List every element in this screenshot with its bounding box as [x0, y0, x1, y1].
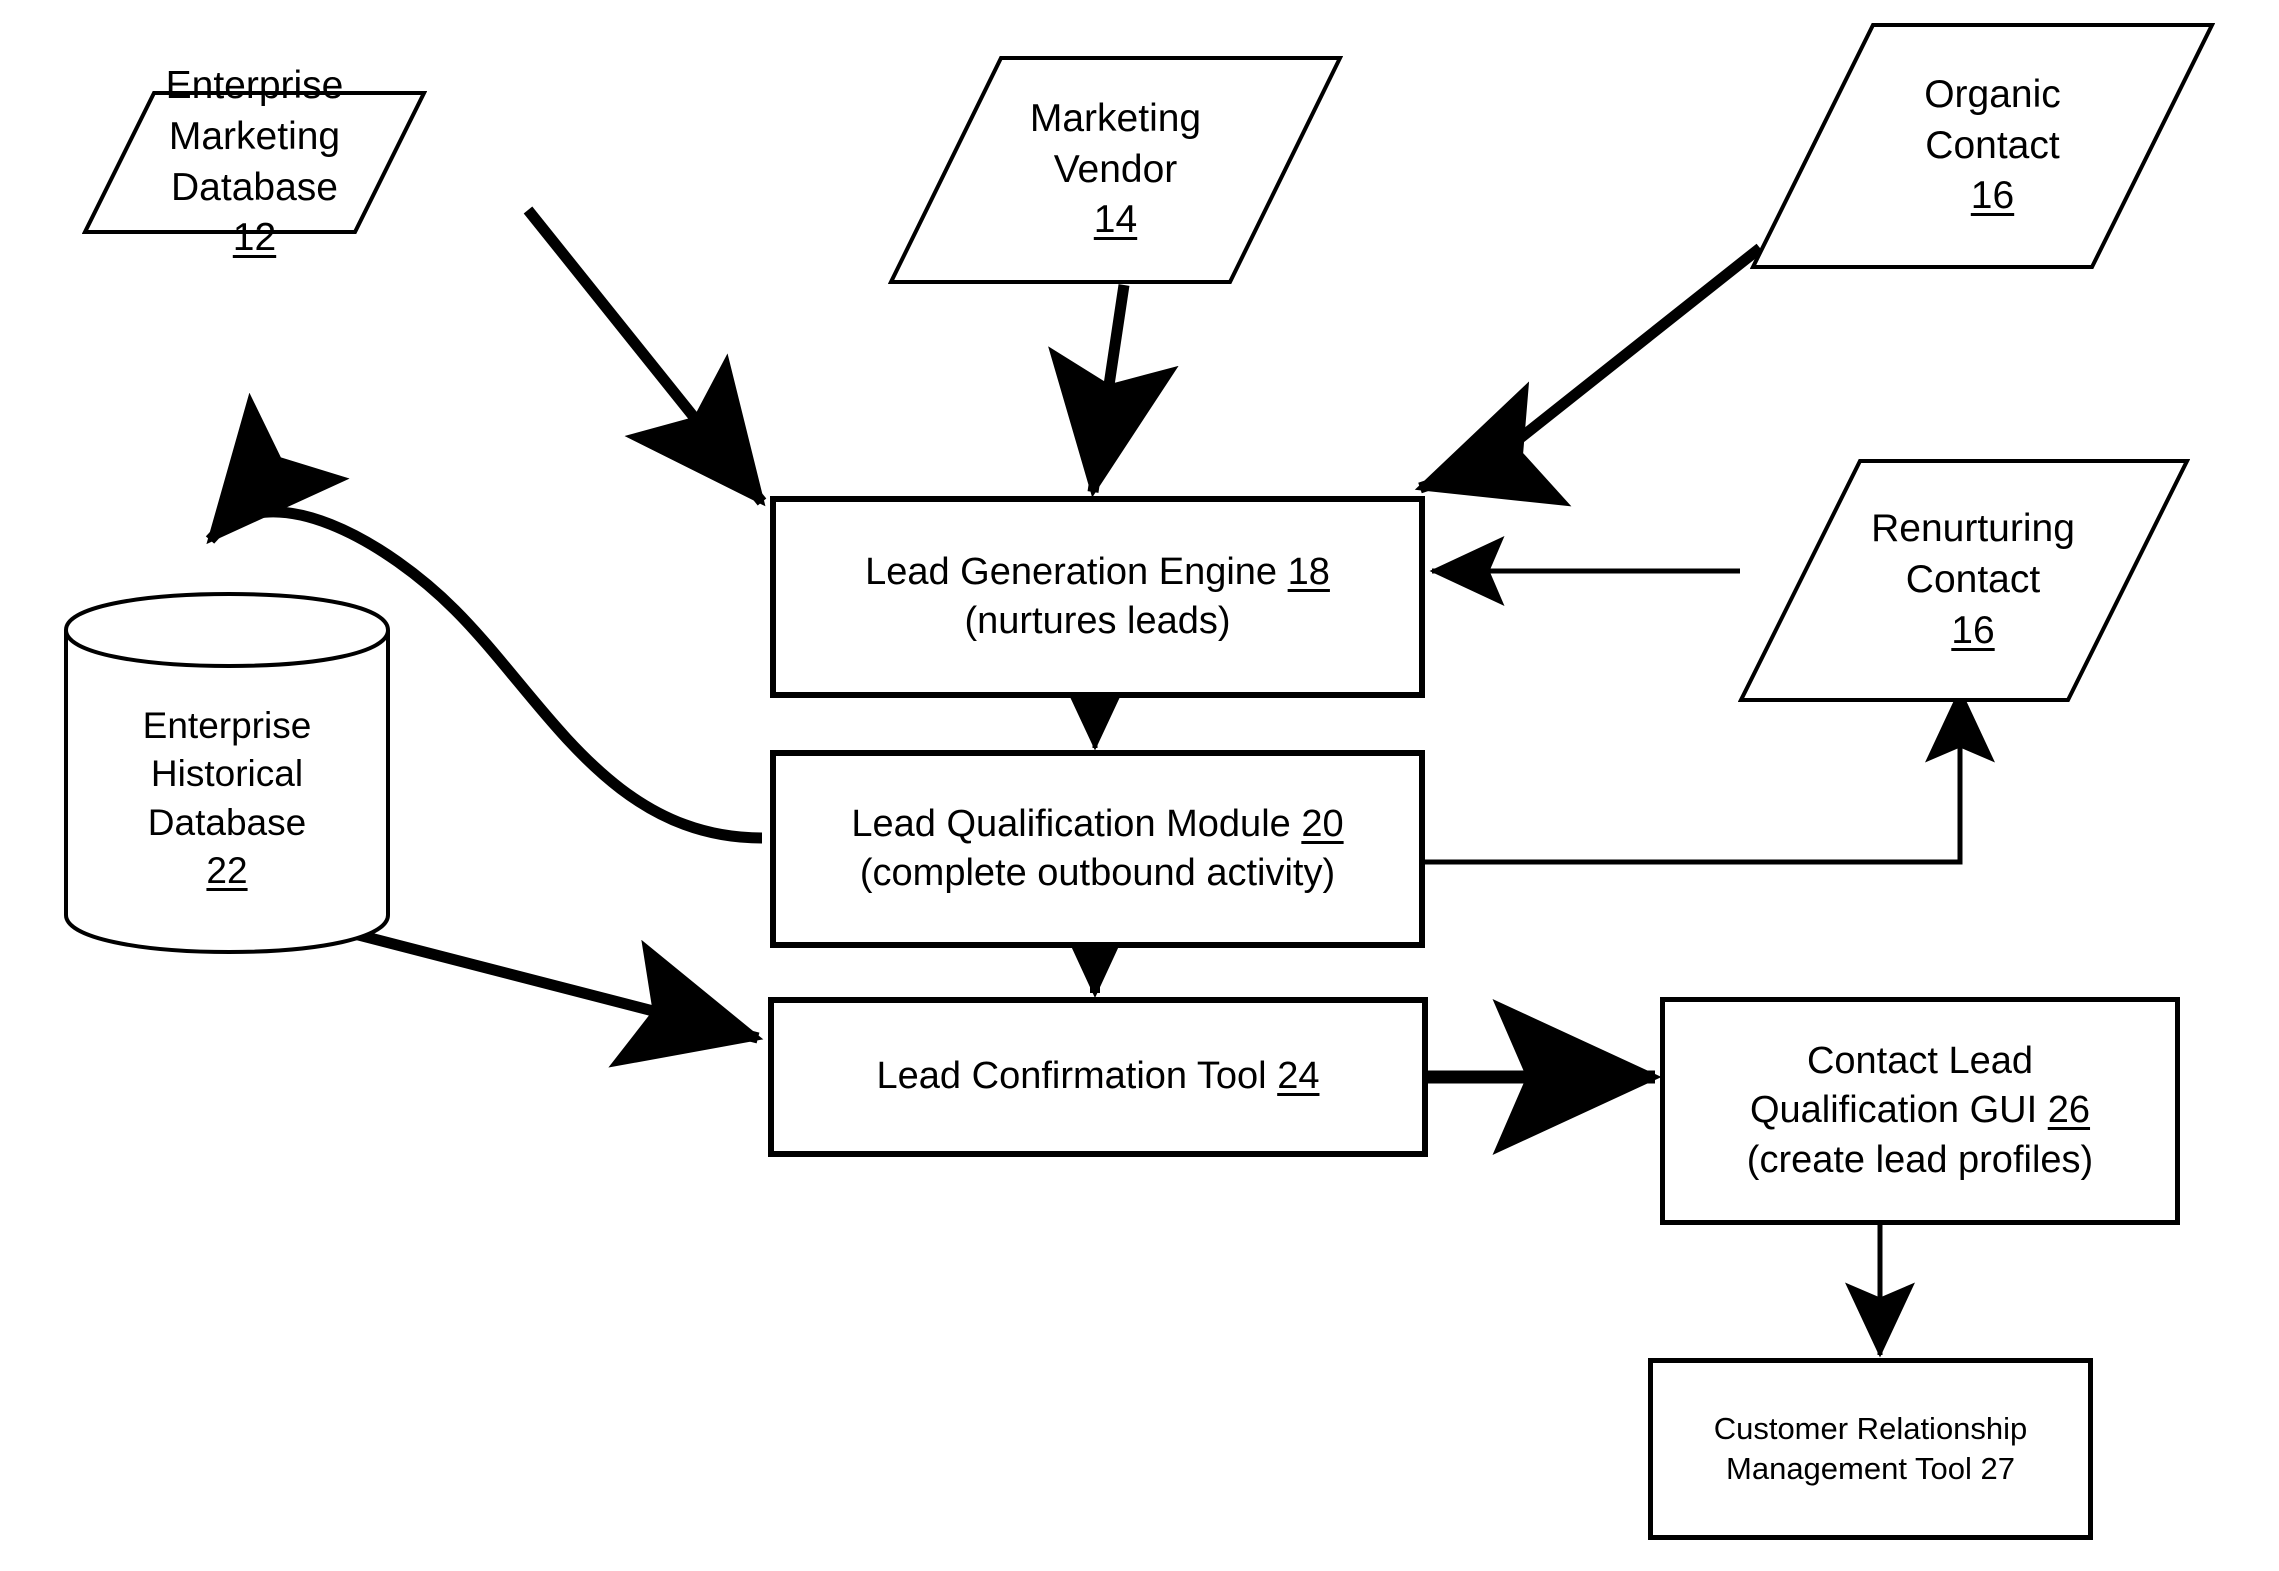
- node-marketing-vendor[interactable]: Marketing Vendor 14: [888, 55, 1343, 285]
- node-ref-numeral: 26: [2047, 1089, 2091, 1132]
- node-title-row: Lead Qualification Module 20: [851, 800, 1343, 849]
- node-customer-relationship-management-tool[interactable]: Customer Relationship Management Tool 27: [1648, 1358, 2093, 1540]
- node-label-line3: Database: [171, 165, 338, 209]
- node-label-line2: (complete outbound activity): [859, 852, 1336, 894]
- node-label-line2: Marketing: [168, 114, 341, 158]
- node-label-line2: Contact: [1905, 558, 2041, 602]
- node-label-line1: Marketing: [1029, 96, 1202, 140]
- node-ref-numeral: 12: [232, 216, 277, 260]
- node-lead-confirmation-tool[interactable]: Lead Confirmation Tool 24: [768, 997, 1428, 1157]
- node-lead-generation-engine[interactable]: Lead Generation Engine 18 (nurtures lead…: [770, 496, 1425, 698]
- node-contact-lead-qualification-gui[interactable]: Contact Lead Qualification GUI 26 (creat…: [1660, 997, 2180, 1225]
- node-label-line2: Historical: [150, 753, 304, 795]
- arrow-organic-contact-to-lead-gen: [1414, 243, 1764, 507]
- node-label-line1: Customer Relationship: [1713, 1410, 2028, 1446]
- node-label-line1: Lead Generation Engine: [865, 550, 1278, 593]
- node-label-line2: Contact: [1925, 123, 2060, 167]
- arrow-lead-qual-to-renurturing: [1425, 687, 1995, 865]
- node-label-line1: Renurturing: [1871, 507, 2075, 551]
- node-label-line1: Contact Lead: [1806, 1039, 2034, 1082]
- node-label-line1: Enterprise: [142, 705, 312, 747]
- node-label-line3: Database: [147, 801, 307, 843]
- arrow-marketing-db-to-lead-gen: [523, 206, 767, 507]
- node-label-line1: Lead Confirmation Tool: [876, 1055, 1267, 1098]
- node-enterprise-historical-database[interactable]: Enterprise Historical Database 22: [62, 590, 392, 955]
- node-ref-numeral: 14: [1093, 198, 1138, 242]
- node-ref-numeral: 16: [1951, 608, 1995, 652]
- node-label-line2: Qualification GUI: [1749, 1089, 2038, 1132]
- node-title-row: Lead Generation Engine 18: [865, 548, 1330, 597]
- node-lead-qualification-module[interactable]: Lead Qualification Module 20 (complete o…: [770, 750, 1425, 948]
- node-ref-numeral: 16: [1970, 174, 2015, 218]
- node-ref-numeral: 20: [1301, 802, 1344, 845]
- node-label-line1: Enterprise: [165, 64, 344, 108]
- node-organic-contact[interactable]: Organic Contact 16: [1750, 22, 2215, 270]
- node-label-line3: (create lead profiles): [1746, 1138, 2094, 1181]
- node-label-line1: Lead Qualification Module: [851, 802, 1291, 845]
- node-ref-numeral: 24: [1277, 1055, 1320, 1098]
- arrow-marketing-vendor-to-lead-gen: [1048, 284, 1179, 498]
- node-label-line2: Management Tool 27: [1726, 1451, 2015, 1486]
- node-label-line2: (nurtures leads): [964, 600, 1231, 642]
- node-label-line2: Vendor: [1053, 147, 1178, 191]
- node-ref-numeral: 18: [1287, 550, 1330, 593]
- node-enterprise-marketing-database[interactable]: Enterprise Marketing Database 12: [82, 64, 427, 259]
- node-ref-numeral: 22: [206, 849, 248, 891]
- node-label-line1: Organic: [1924, 72, 2061, 116]
- diagram-canvas: Enterprise Marketing Database 12 Marketi…: [0, 0, 2279, 1571]
- node-renurturing-contact[interactable]: Renurturing Contact 16: [1738, 458, 2190, 703]
- node-title-row: Qualification GUI 26: [1750, 1086, 2090, 1135]
- node-title-row: Lead Confirmation Tool 24: [877, 1052, 1320, 1101]
